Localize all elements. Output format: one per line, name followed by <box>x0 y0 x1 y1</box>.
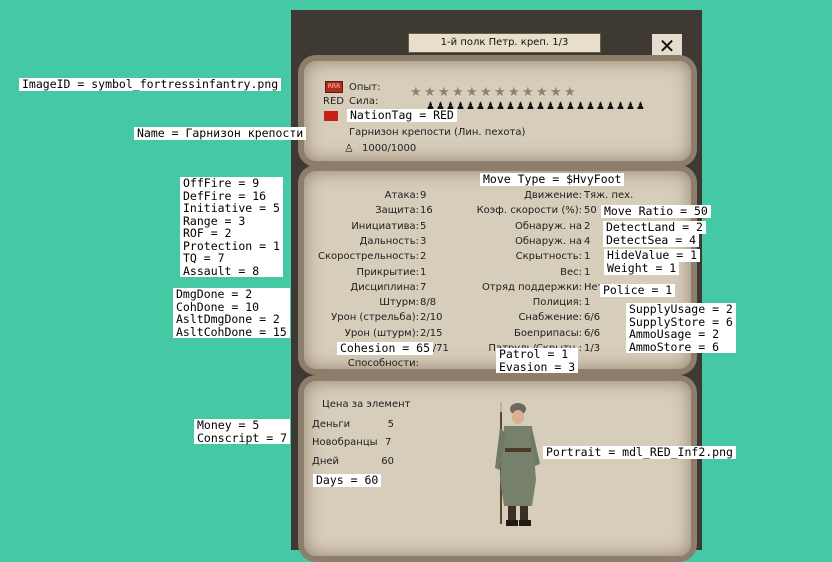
stat-right-value: 6/6 <box>584 312 601 324</box>
stat-right-label: Полиция: <box>532 297 582 309</box>
soldier-icon: ♟ <box>456 101 465 112</box>
cost-money-label: Деньги <box>312 419 351 430</box>
annotation-supply-group: SupplyUsage = 2 SupplyStore = 6 AmmoUsage … <box>626 303 736 353</box>
soldier-icon: ♟ <box>526 101 535 112</box>
stat-right-label: Снабжение: <box>518 312 582 324</box>
annotation-money: Money = 5 <box>197 418 260 432</box>
soldier-icon: ♟ <box>496 101 505 112</box>
annotation-initiative: Initiative = 5 <box>183 201 280 215</box>
stat-right-value: 1 <box>584 266 591 278</box>
annotation-offfire: OffFire = 9 <box>183 176 260 190</box>
annotation-portrait: Portrait = mdl_RED_Inf2.png <box>543 446 736 459</box>
annotation-ammo-usage: AmmoUsage = 2 <box>629 327 720 341</box>
strength-label: Сила: <box>349 96 379 107</box>
annotation-combat-group: OffFire = 9 DefFire = 16 Initiative = 5 Ran… <box>180 177 283 277</box>
cost-days-label: Дней <box>312 456 340 467</box>
annotation-nation-tag: NationTag = RED <box>347 109 457 122</box>
stat-right-value: 1 <box>584 251 591 263</box>
annotation-evasion: Evasion = 3 <box>499 359 576 374</box>
cost-header: Цена за элемент <box>322 399 411 410</box>
stat-right-value: 2 <box>584 220 591 232</box>
manpower-icon: ♙ <box>344 142 354 155</box>
annotation-patrol: Patrol = 1 <box>499 347 569 361</box>
annotation-hide-value: HideValue = 1 <box>604 249 701 262</box>
annotation-move-type: Move Type = $HvyFoot <box>480 173 625 186</box>
experience-label: Опыт: <box>349 82 381 93</box>
annotation-days: Days = 60 <box>313 474 382 487</box>
annotation-damage-group: DmgDone = 2 CohDone = 10 AsltDmgDone = 2 As… <box>173 288 290 338</box>
stat-right-label: Коэф. скорости (%): <box>476 205 582 217</box>
manpower-value: 1000/1000 <box>362 143 417 154</box>
soldier-icon: ♟ <box>466 101 475 112</box>
nation-flag-icon <box>324 111 338 121</box>
soldier-icon: ♟ <box>476 101 485 112</box>
annotation-money-group: Money = 5 Conscript = 7 <box>194 418 291 445</box>
soldier-icon: ♟ <box>596 101 605 112</box>
soldier-icon: ♟ <box>606 101 615 112</box>
cost-days-value: 60 <box>381 456 394 467</box>
stat-right-value: 50 <box>584 205 597 217</box>
cost-money-value: 5 <box>387 419 394 430</box>
soldier-icon: ♟ <box>516 101 525 112</box>
soldier-icon: ♟ <box>626 101 635 112</box>
annotation-asltcohdone: AsltCohDone = 15 <box>176 324 287 339</box>
annotation-ammo-store: AmmoStore = 6 <box>629 339 720 354</box>
stat-right-value: Тяж. пех. <box>584 190 634 201</box>
cost-conscript-label: Новобранцы <box>312 437 378 448</box>
annotation-rof: ROF = 2 <box>183 226 232 240</box>
window-title: 1-й полк Петр. креп. 1/3 <box>408 33 601 53</box>
star-icon: ★ <box>410 85 422 100</box>
soldier-icon: ♟ <box>506 101 515 112</box>
soldier-icon: ♟ <box>486 101 495 112</box>
soldier-icon: ♟ <box>586 101 595 112</box>
soldier-icon: ♟ <box>536 101 545 112</box>
annotation-name: Name = Гарнизон крепости <box>134 127 307 140</box>
stat-right-value: 6/6 <box>584 327 601 339</box>
soldier-icon: ♟ <box>566 101 575 112</box>
stat-right-value: 4 <box>584 235 591 247</box>
annotation-assault: Assault = 8 <box>183 263 260 278</box>
annotation-detect-sea: DetectSea = 4 <box>603 234 700 247</box>
stat-right-value: 1 <box>584 297 591 309</box>
stat-right-label: Скрытность: <box>515 251 582 263</box>
unit-symbol-icon: RRR <box>325 81 343 93</box>
stat-right-label: Обнаруж. на <box>514 235 582 247</box>
annotation-asltdmgdone: AsltDmgDone = 2 <box>176 312 280 326</box>
unit-type-name: Гарнизон крепости (Лин. пехота) <box>349 127 526 138</box>
annotation-detect-land: DetectLand = 2 <box>603 221 706 234</box>
soldier-icon: ♟ <box>556 101 565 112</box>
soldier-icon: ♟ <box>576 101 585 112</box>
cost-conscript-value: 7 <box>385 437 392 448</box>
soldier-icon: ♟ <box>546 101 555 112</box>
annotation-supply-usage: SupplyUsage = 2 <box>629 302 733 316</box>
stat-right-value: 1/3 <box>584 343 601 354</box>
annotation-dmgdone: DmgDone = 2 <box>176 287 253 301</box>
stat-right-label: Движение: <box>524 190 582 201</box>
annotation-weight: Weight = 1 <box>604 262 680 275</box>
stat-right-label: Боеприпасы: <box>514 327 582 339</box>
stat-right-label: Отряд поддержки: <box>481 281 582 293</box>
annotation-patrol-group: Patrol = 1 Evasion = 3 <box>496 347 579 374</box>
soldier-portrait <box>495 402 540 526</box>
soldier-icon: ♟ <box>616 101 625 112</box>
annotation-image-id: ImageID = symbol_fortressinfantry.png <box>19 78 282 91</box>
stat-right-label: Обнаруж. на <box>514 220 582 232</box>
annotation-conscript: Conscript = 7 <box>197 430 288 445</box>
soldier-icon: ♟ <box>636 101 645 112</box>
nation-code: RED <box>323 96 344 107</box>
annotation-cohesion: Cohesion = 65 <box>337 342 434 355</box>
strength-men-icons: ♟♟♟♟♟♟♟♟♟♟♟♟♟♟♟♟♟♟♟♟♟♟ <box>426 94 646 113</box>
annotation-tq: TQ = 7 <box>183 251 225 265</box>
annotation-move-ratio: Move Ratio = 50 <box>601 205 711 218</box>
stat-right-label: Вес: <box>560 266 582 278</box>
annotation-police: Police = 1 <box>600 284 676 297</box>
stat-left-label: Способности: <box>347 358 419 370</box>
